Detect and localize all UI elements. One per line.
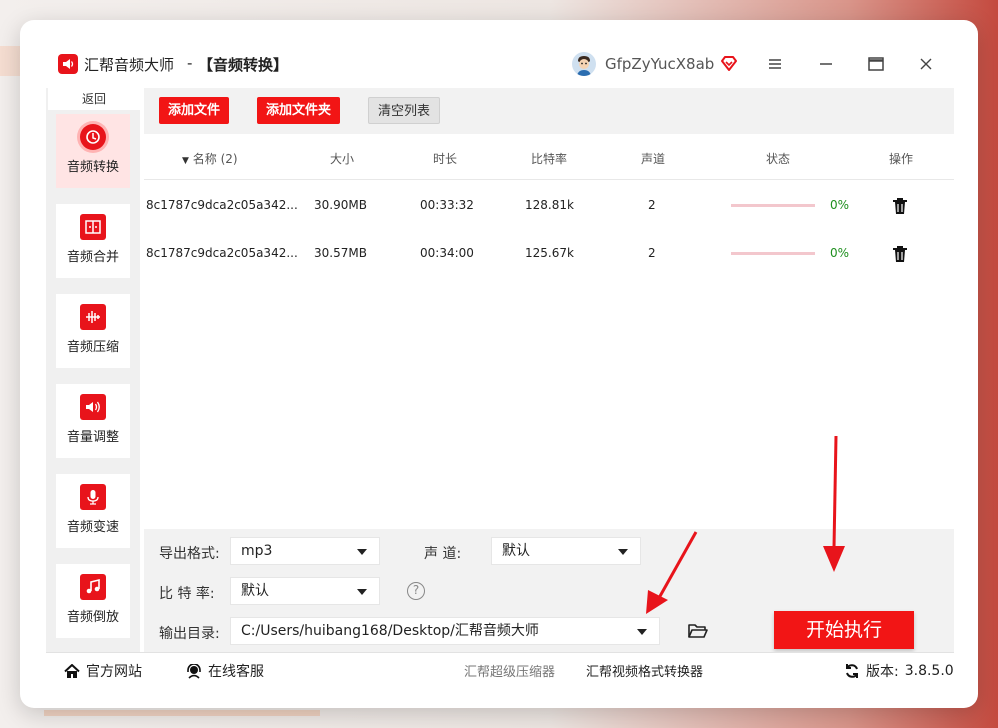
progress-percent: 0% — [830, 198, 850, 212]
sidebar-item-audio-speed[interactable]: 音频变速 — [56, 474, 130, 548]
audio-convert-icon — [80, 124, 106, 150]
version-info[interactable]: 版本: 3.8.5.0 — [844, 661, 954, 681]
progress-bar — [731, 252, 815, 255]
file-duration: 00:33:32 — [420, 198, 474, 212]
app-title: 汇帮音频大师 — [84, 56, 175, 74]
sidebar-item-label: 音量调整 — [66, 430, 119, 445]
chevron-down-icon — [637, 629, 647, 635]
channel-select[interactable]: 默认 — [491, 537, 641, 565]
column-channels: 声道 — [641, 152, 666, 166]
output-label: 输出目录: — [159, 626, 220, 642]
file-name: 8c1787c9dca2c05a342... — [146, 198, 298, 212]
toolbar: 添加文件 添加文件夹 清空列表 — [144, 88, 954, 134]
sidebar-item-label: 音频合并 — [66, 250, 119, 265]
table-row[interactable]: 8c1787c9dca2c05a342... 30.90MB 00:33:32 … — [144, 181, 954, 229]
minimize-icon[interactable] — [815, 53, 837, 75]
add-folder-button[interactable]: 添加文件夹 — [257, 97, 341, 124]
support-link[interactable]: 在线客服 — [186, 661, 264, 681]
channel-label: 声 道: — [424, 546, 462, 562]
file-bitrate: 128.81k — [525, 198, 574, 212]
maximize-icon[interactable] — [865, 53, 887, 75]
volume-icon — [80, 394, 106, 420]
add-file-button[interactable]: 添加文件 — [159, 97, 230, 124]
refresh-icon — [846, 664, 858, 678]
website-link[interactable]: 官方网站 — [64, 661, 142, 681]
column-duration: 时长 — [433, 152, 458, 166]
bitrate-label: 比 特 率: — [159, 586, 215, 602]
audio-compress-icon — [80, 304, 106, 330]
back-button[interactable]: 返回 — [48, 88, 140, 110]
music-note-icon — [80, 574, 106, 600]
main-content: 添加文件 添加文件夹 清空列表 ▼ 名称 (2) 大小 时长 比特率 声道 状态… — [144, 88, 954, 652]
sidebar-item-label: 音频压缩 — [66, 340, 119, 355]
progress-bar — [731, 204, 815, 207]
help-icon[interactable]: ? — [407, 582, 425, 600]
column-action: 操作 — [889, 152, 914, 166]
headset-icon — [187, 663, 201, 679]
settings-panel: 导出格式: mp3 声 道: 默认 比 特 率: 默认 ? 输出目录: C:/U… — [144, 529, 954, 652]
file-name: 8c1787c9dca2c05a342... — [146, 246, 298, 260]
format-select[interactable]: mp3 — [230, 537, 380, 565]
delete-icon[interactable] — [890, 244, 910, 264]
column-status: 状态 — [766, 152, 791, 166]
chevron-down-icon — [357, 549, 367, 555]
progress-percent: 0% — [830, 246, 850, 260]
file-bitrate: 125.67k — [525, 246, 574, 260]
file-size: 30.57MB — [314, 246, 367, 260]
sidebar-item-audio-merge[interactable]: 音频合并 — [56, 204, 130, 278]
file-size: 30.90MB — [314, 198, 367, 212]
background-stripe — [44, 710, 320, 716]
table-row[interactable]: 8c1787c9dca2c05a342... 30.57MB 00:34:00 … — [144, 229, 954, 277]
menu-icon[interactable] — [764, 53, 786, 75]
sidebar: 返回 音频转换 音频合并 音频压缩 音量调整 音频变速 音频倒放 — [46, 88, 140, 652]
file-channels: 2 — [648, 198, 656, 212]
chevron-down-icon — [618, 549, 628, 555]
footer: 官方网站 在线客服 汇帮超级压缩器 汇帮视频格式转换器 版本: 3.8.5.0 — [46, 652, 954, 684]
home-icon — [64, 663, 80, 678]
sidebar-item-volume[interactable]: 音量调整 — [56, 384, 130, 458]
compressor-link[interactable]: 汇帮超级压缩器 — [464, 661, 555, 680]
page-title: 【音频转换】 — [198, 56, 289, 74]
format-label: 导出格式: — [159, 546, 220, 562]
sidebar-item-audio-convert[interactable]: 音频转换 — [56, 114, 130, 188]
app-logo-icon — [58, 54, 78, 74]
app-window: 汇帮音频大师 - 【音频转换】 GfpZyYucX8ab 返回 音频转换 音频合… — [20, 20, 978, 708]
start-button[interactable]: 开始执行 — [774, 611, 914, 649]
avatar[interactable] — [572, 52, 596, 76]
chevron-down-icon — [357, 589, 367, 595]
table-header: ▼ 名称 (2) 大小 时长 比特率 声道 状态 操作 — [144, 134, 954, 180]
output-dir-select[interactable]: C:/Users/huibang168/Desktop/汇帮音频大师 — [230, 617, 660, 645]
vip-diamond-icon[interactable] — [719, 54, 739, 74]
sidebar-item-label: 音频变速 — [66, 520, 119, 535]
column-bitrate: 比特率 — [531, 152, 568, 166]
title-bar: 汇帮音频大师 - 【音频转换】 GfpZyYucX8ab — [20, 20, 978, 84]
file-table: ▼ 名称 (2) 大小 时长 比特率 声道 状态 操作 8c1787c9dca2… — [144, 134, 954, 529]
sidebar-item-audio-reverse[interactable]: 音频倒放 — [56, 564, 130, 638]
video-converter-link[interactable]: 汇帮视频格式转换器 — [586, 661, 703, 680]
sidebar-item-label: 音频转换 — [66, 160, 119, 175]
clear-list-button[interactable]: 清空列表 — [368, 97, 441, 124]
column-size: 大小 — [330, 152, 355, 166]
sidebar-item-label: 音频倒放 — [66, 610, 119, 625]
file-channels: 2 — [648, 246, 656, 260]
sidebar-item-audio-compress[interactable]: 音频压缩 — [56, 294, 130, 368]
microphone-icon — [80, 484, 106, 510]
file-duration: 00:34:00 — [420, 246, 474, 260]
delete-icon[interactable] — [890, 196, 910, 216]
username[interactable]: GfpZyYucX8ab — [605, 55, 714, 73]
close-icon[interactable] — [915, 53, 937, 75]
folder-open-icon[interactable] — [687, 621, 709, 641]
column-name[interactable]: ▼ 名称 (2) — [182, 150, 238, 167]
title-separator: - — [187, 54, 193, 72]
audio-merge-icon — [80, 214, 106, 240]
bitrate-select[interactable]: 默认 — [230, 577, 380, 605]
